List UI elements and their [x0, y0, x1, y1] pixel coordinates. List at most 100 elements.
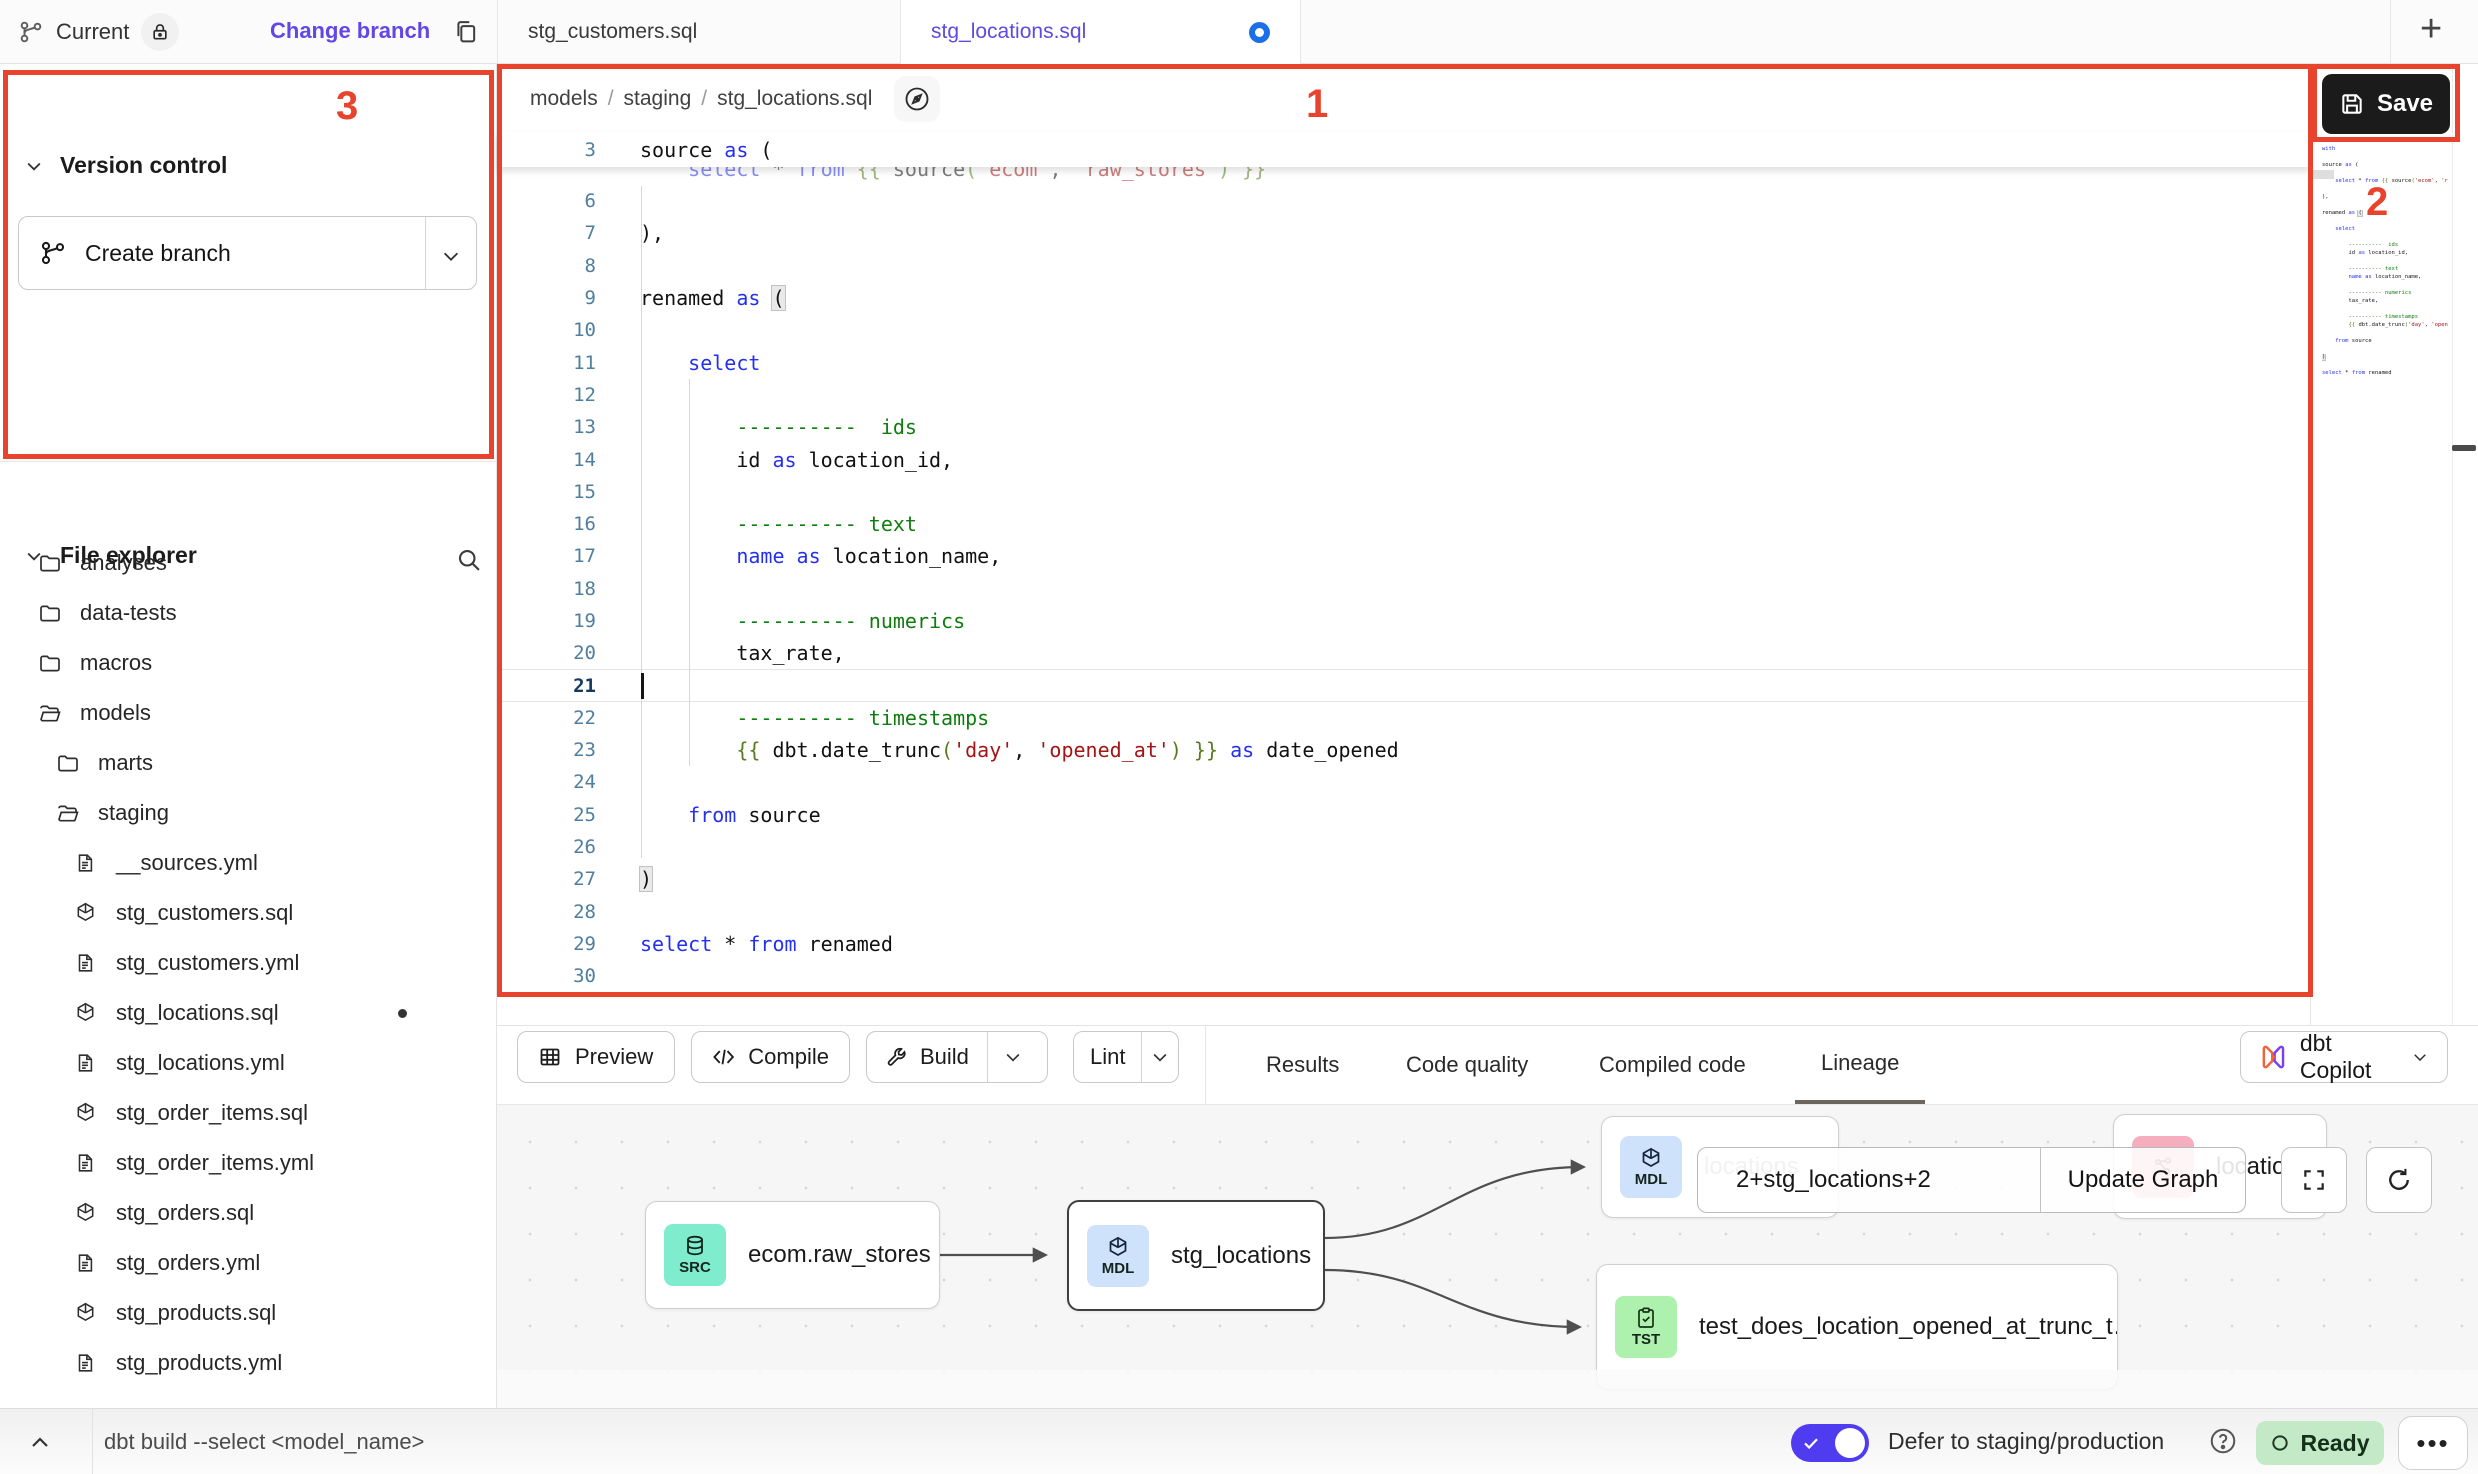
code-line-18[interactable]: 18 — [497, 573, 2310, 605]
annotation-label-3: 3 — [336, 84, 358, 129]
breadcrumb-file[interactable]: stg_locations.sql — [717, 87, 872, 111]
file-tree-item-stg_orders.sql[interactable]: stg_orders.sql — [0, 1188, 497, 1238]
panel-tab-lineage[interactable]: Lineage — [1795, 1025, 1925, 1104]
file-tree-item-models[interactable]: models — [0, 688, 497, 738]
current-branch-label: Current — [56, 19, 129, 45]
fullscreen-icon — [2301, 1167, 2327, 1193]
code-line-9[interactable]: 9renamed as ( — [497, 282, 2310, 314]
preview-button[interactable]: Preview — [517, 1031, 675, 1083]
lineage-node-source[interactable]: SRC ecom.raw_stores — [645, 1201, 940, 1309]
code-line-10[interactable]: 10 — [497, 314, 2310, 346]
code-line-16[interactable]: 16 ---------- text — [497, 508, 2310, 540]
text-cursor — [641, 673, 644, 699]
node-label: stg_locations — [1171, 1242, 1311, 1270]
build-button[interactable]: Build — [867, 1032, 987, 1082]
panel-drag-handle[interactable] — [2452, 445, 2476, 451]
file-name: stg_locations.yml — [116, 1050, 285, 1076]
refresh-button[interactable] — [2366, 1147, 2432, 1213]
code-line-23[interactable]: 23 {{ dbt.date_trunc('day', 'opened_at')… — [497, 734, 2310, 766]
file-tree-item-stg_products.yml[interactable]: stg_products.yml — [0, 1338, 497, 1388]
code-line-17[interactable]: 17 name as location_name, — [497, 540, 2310, 572]
lint-dropdown-chevron[interactable] — [1142, 1032, 1178, 1082]
file-tree-item-stg_locations.yml[interactable]: stg_locations.yml — [0, 1038, 497, 1088]
breadcrumb-staging[interactable]: staging — [624, 87, 692, 111]
more-options-button[interactable]: ••• — [2398, 1416, 2468, 1470]
code-line-27[interactable]: 27) — [497, 863, 2310, 895]
lineage-node-stg-locations[interactable]: MDL stg_locations — [1067, 1200, 1325, 1311]
code-line-29[interactable]: 29select * from renamed — [497, 928, 2310, 960]
create-branch-button[interactable]: Create branch — [18, 216, 477, 290]
panel-tab-results[interactable]: Results — [1240, 1025, 1365, 1104]
file-tree-item-__sources.yml[interactable]: __sources.yml — [0, 838, 497, 888]
file-tree-item-macros[interactable]: macros — [0, 638, 497, 688]
expand-command-bar-chevron[interactable] — [28, 1431, 52, 1455]
code-line-26[interactable]: 26 — [497, 831, 2310, 863]
file-tree-item-stg_customers.yml[interactable]: stg_customers.yml — [0, 938, 497, 988]
code-line-14[interactable]: 14 id as location_id, — [497, 443, 2310, 475]
create-branch-dropdown-chevron[interactable] — [440, 245, 462, 267]
tab-stg-customers[interactable]: stg_customers.sql — [498, 0, 900, 64]
model-node-icon: MDL — [1620, 1136, 1682, 1198]
line-number: 9 — [497, 287, 596, 309]
fullscreen-button[interactable] — [2281, 1147, 2347, 1213]
file-tree-item-data-tests[interactable]: data-tests — [0, 588, 497, 638]
sticky-code-line: 3 source as ( — [497, 132, 2310, 167]
copy-branch-icon[interactable] — [452, 18, 480, 46]
tab-stg-locations[interactable]: stg_locations.sql — [901, 0, 1300, 64]
lineage-selector-input[interactable]: 2+stg_locations+2 — [1698, 1166, 2040, 1194]
panel-tab-code-quality[interactable]: Code quality — [1380, 1025, 1554, 1104]
code-line-30[interactable]: 30 — [497, 960, 2310, 992]
annotation-label-2: 2 — [2366, 180, 2388, 225]
code-line-13[interactable]: 13 ---------- ids — [497, 411, 2310, 443]
build-dropdown-chevron[interactable] — [988, 1032, 1038, 1082]
version-control-header[interactable]: Version control — [24, 152, 227, 179]
code-editor[interactable]: 67),89renamed as (1011 select1213 ------… — [497, 185, 2310, 992]
code-line-12[interactable]: 12 — [497, 379, 2310, 411]
code-line-20[interactable]: 20 tax_rate, — [497, 637, 2310, 669]
code-line-28[interactable]: 28 — [497, 896, 2310, 928]
cube-icon — [1639, 1146, 1663, 1170]
help-icon[interactable] — [2208, 1426, 2238, 1456]
code-line-8[interactable]: 8 — [497, 250, 2310, 282]
code-line-11[interactable]: 11 select — [497, 346, 2310, 378]
command-input[interactable]: dbt build --select <model_name> — [104, 1429, 424, 1455]
file-tree-item-stg_locations.sql[interactable]: stg_locations.sql — [0, 988, 497, 1038]
new-tab-button[interactable]: + — [2420, 10, 2442, 48]
change-branch-link[interactable]: Change branch — [270, 18, 430, 44]
save-button[interactable]: Save — [2322, 74, 2450, 134]
compile-button[interactable]: Compile — [691, 1031, 850, 1083]
file-tree-item-stg_orders.yml[interactable]: stg_orders.yml — [0, 1238, 497, 1288]
file-tree-item-stg_products.sql[interactable]: stg_products.sql — [0, 1288, 497, 1338]
code-line-24[interactable]: 24 — [497, 766, 2310, 798]
lint-button[interactable]: Lint — [1074, 1032, 1141, 1082]
copilot-compass-icon[interactable] — [894, 76, 940, 122]
file-tree-item-analyses[interactable]: analyses — [0, 538, 497, 588]
dbt-copilot-button[interactable]: dbt Copilot — [2240, 1031, 2448, 1083]
line-number: 16 — [497, 513, 596, 535]
breadcrumb-models[interactable]: models — [530, 87, 598, 111]
code-line-21[interactable]: 21 — [497, 669, 2310, 701]
file-tree-item-staging[interactable]: staging — [0, 788, 497, 838]
file-tree-item-marts[interactable]: marts — [0, 738, 497, 788]
node-badge: TST — [1632, 1331, 1660, 1348]
code-line-15[interactable]: 15 — [497, 476, 2310, 508]
code-line-6[interactable]: 6 — [497, 185, 2310, 217]
code-line-19[interactable]: 19 ---------- numerics — [497, 605, 2310, 637]
line-number: 22 — [497, 707, 596, 729]
file-tree-item-stg_customers.sql[interactable]: stg_customers.sql — [0, 888, 497, 938]
update-graph-button[interactable]: Update Graph — [2041, 1166, 2245, 1194]
code-line-7[interactable]: 7), — [497, 217, 2310, 249]
breadcrumb: models / staging / stg_locations.sql — [497, 65, 2310, 132]
code-line-22[interactable]: 22 ---------- timestamps — [497, 702, 2310, 734]
file-name: stg_products.yml — [116, 1350, 282, 1376]
build-button-group: Build — [866, 1031, 1048, 1083]
file-tree-item-stg_order_items.sql[interactable]: stg_order_items.sql — [0, 1088, 497, 1138]
file-tree-item-stg_order_items.yml[interactable]: stg_order_items.yml — [0, 1138, 497, 1188]
folder-icon — [38, 551, 62, 575]
defer-toggle[interactable] — [1791, 1424, 1869, 1462]
lineage-canvas[interactable]: SRC ecom.raw_stores MDL stg_locations MD… — [497, 1105, 2478, 1408]
branch-selector[interactable]: Current — [18, 0, 179, 64]
panel-tab-compiled-code[interactable]: Compiled code — [1573, 1025, 1772, 1104]
code-line-25[interactable]: 25 from source — [497, 799, 2310, 831]
cube-icon — [1106, 1235, 1130, 1259]
